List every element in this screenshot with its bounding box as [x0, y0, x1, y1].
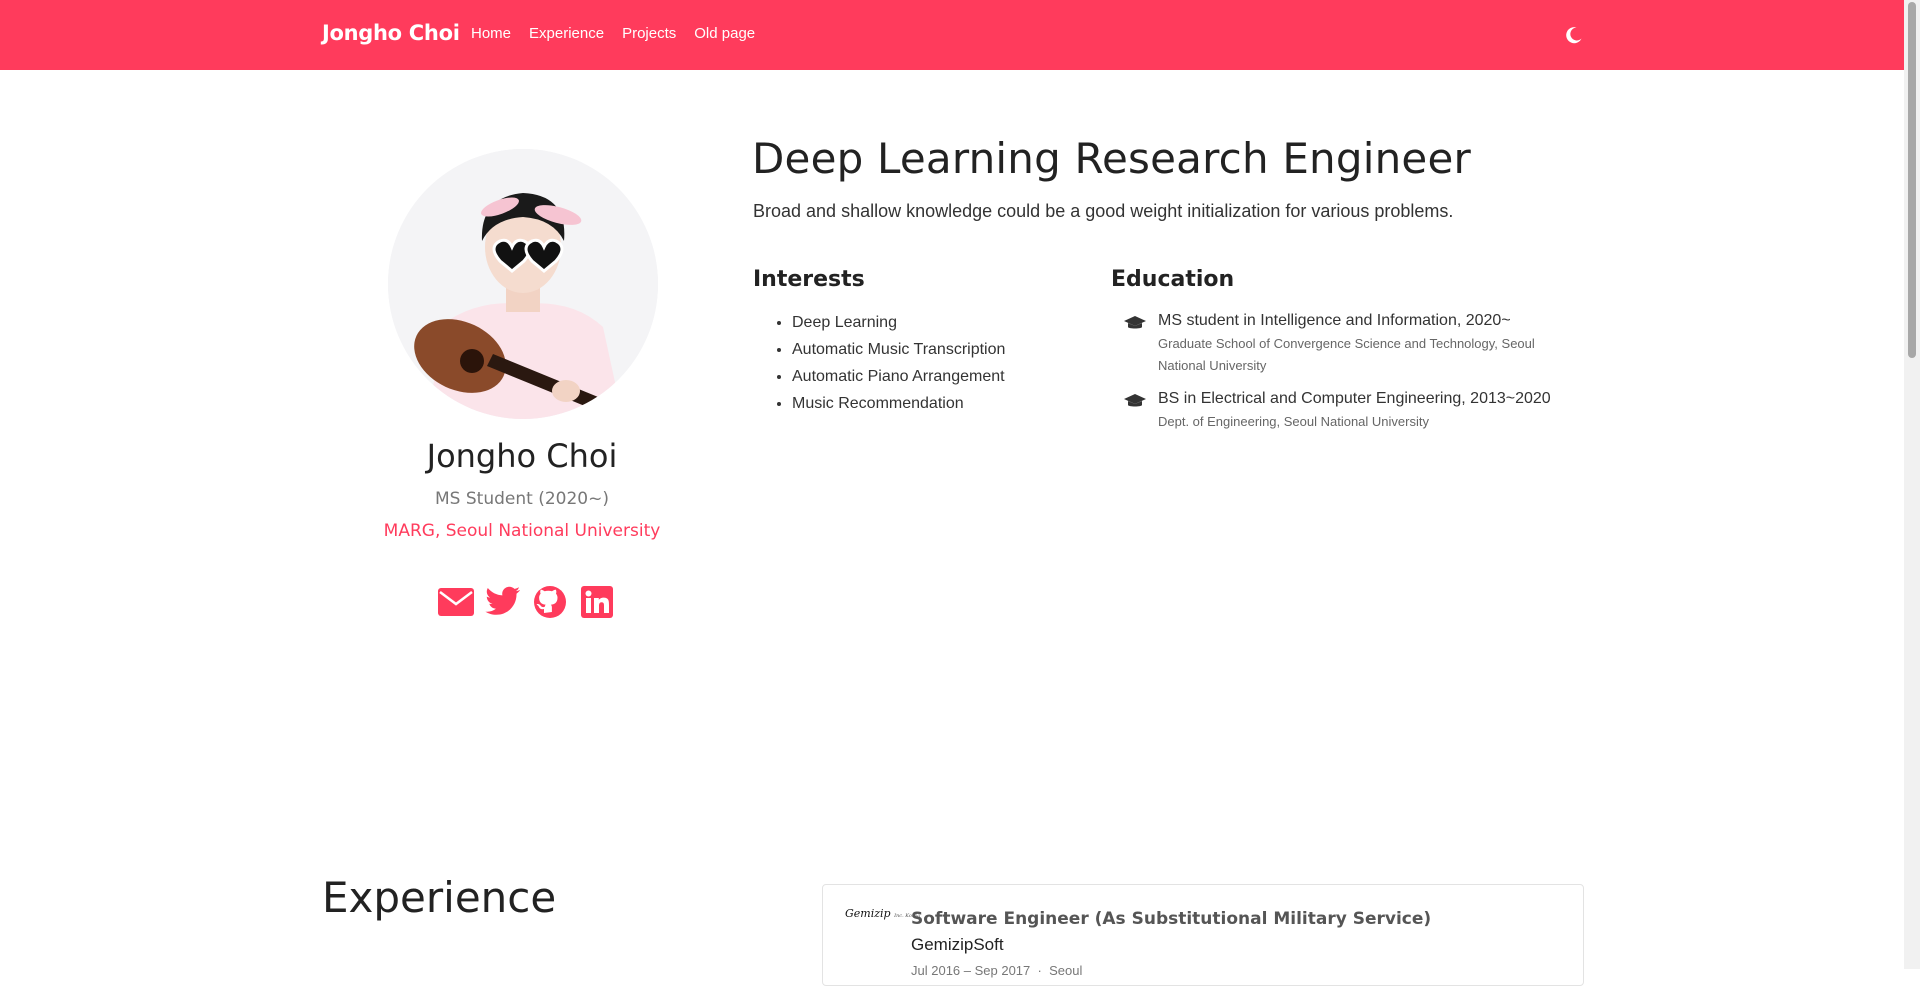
experience-role: Software Engineer (As Substitutional Mil…: [911, 909, 1432, 929]
github-icon[interactable]: [531, 584, 569, 620]
page-scrollbar[interactable]: [1904, 0, 1920, 969]
education-heading: Education: [1111, 267, 1235, 292]
education-item: MS student in Intelligence and Informati…: [1124, 309, 1564, 377]
page-subtitle: Broad and shallow knowledge could be a g…: [753, 201, 1454, 221]
brand-link[interactable]: Jongho Choi: [322, 21, 460, 45]
list-item: Music Recommendation: [792, 390, 1005, 417]
experience-dates: Jul 2016 – Sep 2017: [911, 963, 1031, 978]
interests-heading: Interests: [753, 267, 865, 292]
company-logo: Gemizip Inc. Korea: [845, 907, 920, 920]
meta-separator: ·: [1037, 963, 1042, 978]
profile-role: MS Student (2020~): [435, 489, 609, 509]
nav-link-old-page[interactable]: Old page: [694, 25, 755, 42]
social-links: [437, 584, 616, 620]
graduation-cap-icon: [1124, 309, 1148, 377]
list-item: Automatic Music Transcription: [792, 336, 1005, 363]
experience-meta: Jul 2016 – Sep 2017 · Seoul: [911, 963, 1082, 978]
company-logo-text: Gemizip: [845, 907, 891, 920]
education-institution: Graduate School of Convergence Science a…: [1158, 336, 1535, 373]
scrollbar-thumb[interactable]: [1908, 2, 1916, 358]
nav-link-experience[interactable]: Experience: [529, 25, 604, 42]
linkedin-icon[interactable]: [578, 584, 616, 620]
experience-location: Seoul: [1049, 963, 1083, 978]
experience-heading: Experience: [322, 873, 557, 922]
list-item: Automatic Piano Arrangement: [792, 363, 1005, 390]
nav-link-home[interactable]: Home: [471, 25, 511, 42]
avatar-photo: [388, 149, 658, 419]
page-title: Deep Learning Research Engineer: [752, 134, 1471, 183]
education-course: MS student in Intelligence and Informati…: [1158, 312, 1511, 329]
education-institution: Dept. of Engineering, Seoul National Uni…: [1158, 414, 1429, 429]
interests-list: Deep Learning Automatic Music Transcript…: [752, 309, 1005, 417]
avatar: [388, 149, 658, 419]
profile-name: Jongho Choi: [426, 437, 618, 475]
envelope-icon[interactable]: [437, 584, 475, 620]
graduation-cap-icon: [1124, 387, 1148, 433]
education-item: BS in Electrical and Computer Engineerin…: [1124, 387, 1564, 433]
education-course: BS in Electrical and Computer Engineerin…: [1158, 390, 1551, 407]
twitter-icon[interactable]: [484, 584, 522, 620]
nav-link-projects[interactable]: Projects: [622, 25, 676, 42]
list-item: Deep Learning: [792, 309, 1005, 336]
experience-card: Gemizip Inc. Korea Software Engineer (As…: [822, 884, 1584, 986]
profile-organization-link[interactable]: MARG, Seoul National University: [322, 521, 722, 541]
education-list: MS student in Intelligence and Informati…: [1124, 309, 1564, 443]
top-navbar: Jongho Choi Home Experience Projects Old…: [0, 0, 1904, 70]
moon-icon[interactable]: [1564, 25, 1584, 45]
experience-company: GemizipSoft: [911, 935, 1004, 954]
nav-links: Home Experience Projects Old page: [471, 25, 755, 42]
